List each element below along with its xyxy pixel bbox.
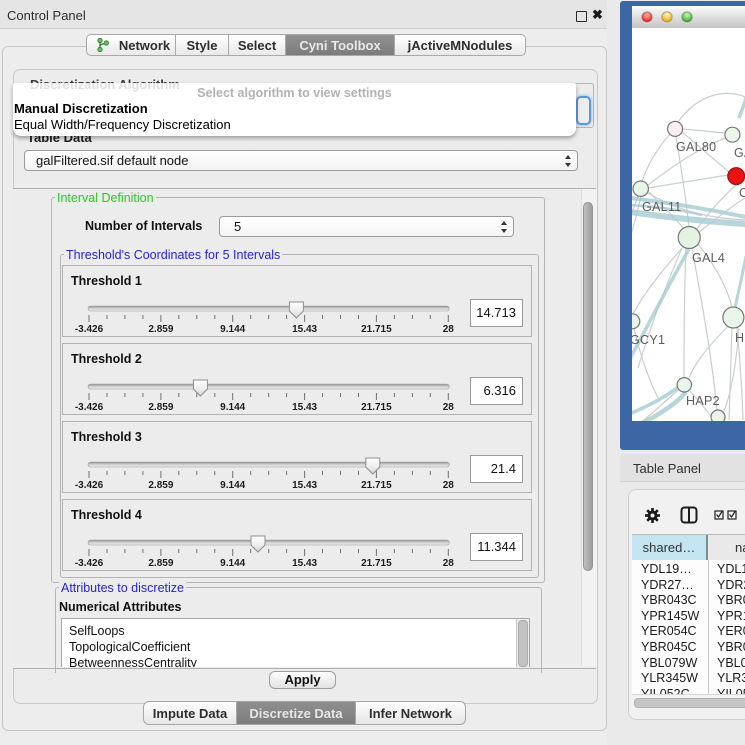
svg-text:-3.426: -3.426 xyxy=(75,324,104,335)
svg-text:2.859: 2.859 xyxy=(148,324,173,335)
svg-text:28: 28 xyxy=(443,480,455,491)
svg-text:GA: GA xyxy=(734,146,745,160)
svg-text:GAL11: GAL11 xyxy=(642,200,682,214)
svg-text:9.144: 9.144 xyxy=(220,324,245,335)
svg-text:2.859: 2.859 xyxy=(148,558,173,569)
svg-text:21.715: 21.715 xyxy=(361,324,392,335)
svg-text:-3.426: -3.426 xyxy=(75,402,104,413)
svg-text:15.43: 15.43 xyxy=(292,558,317,569)
svg-text:HAP2: HAP2 xyxy=(686,394,720,408)
svg-text:15.43: 15.43 xyxy=(292,480,317,491)
svg-text:9.144: 9.144 xyxy=(220,480,245,491)
svg-text:15.43: 15.43 xyxy=(292,402,317,413)
svg-text:-3.426: -3.426 xyxy=(75,480,104,491)
svg-text:21.715: 21.715 xyxy=(361,480,392,491)
svg-text:28: 28 xyxy=(443,402,455,413)
svg-text:2.859: 2.859 xyxy=(148,402,173,413)
svg-text:GCY1: GCY1 xyxy=(632,333,665,347)
svg-text:9.144: 9.144 xyxy=(220,402,245,413)
svg-text:15.43: 15.43 xyxy=(292,324,317,335)
svg-text:21.715: 21.715 xyxy=(361,558,392,569)
svg-text:-3.426: -3.426 xyxy=(75,558,104,569)
svg-text:2.859: 2.859 xyxy=(148,480,173,491)
svg-text:H: H xyxy=(735,331,744,345)
svg-text:GAL80: GAL80 xyxy=(676,140,716,154)
svg-text:9.144: 9.144 xyxy=(220,558,245,569)
svg-text:21.715: 21.715 xyxy=(361,402,392,413)
svg-text:28: 28 xyxy=(443,324,455,335)
svg-text:C: C xyxy=(739,186,745,200)
svg-text:GAL4: GAL4 xyxy=(692,251,725,265)
svg-text:28: 28 xyxy=(443,558,455,569)
